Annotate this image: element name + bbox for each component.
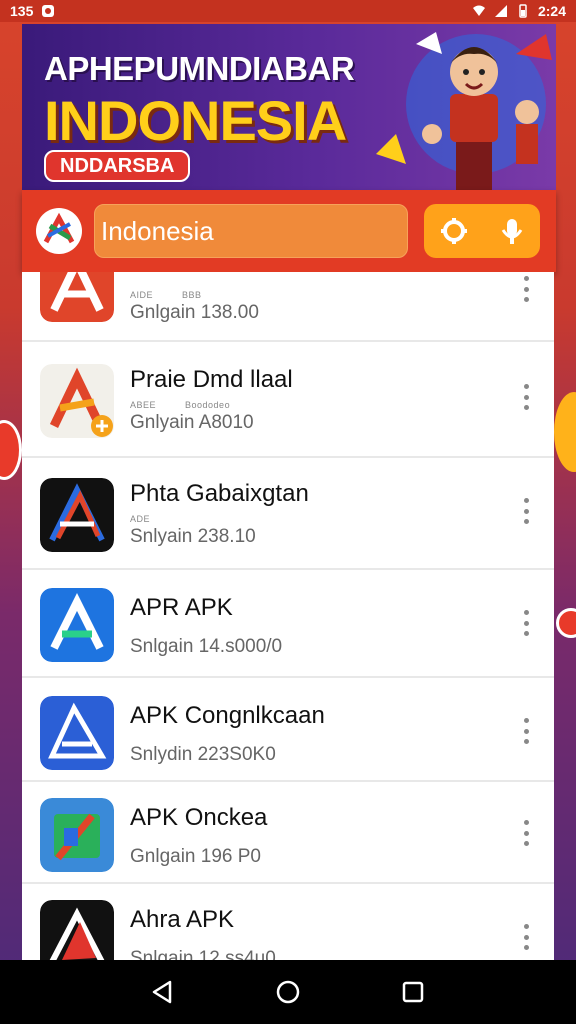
home-icon[interactable]: [275, 979, 301, 1005]
decoration-right: [554, 392, 576, 472]
app-size: Gnlyain A8010: [130, 412, 254, 433]
more-options-icon[interactable]: [520, 610, 532, 636]
dark-a-icon: [40, 478, 114, 552]
app-meta-tag: AIDE: [130, 290, 154, 300]
status-time: 135: [10, 3, 34, 19]
more-options-icon[interactable]: [520, 498, 532, 524]
blue-a-icon: [40, 588, 114, 662]
app-size: Gnlgain 138.00: [130, 302, 259, 323]
settings-icon[interactable]: [439, 216, 469, 246]
signal-icon: [494, 5, 507, 17]
status-clock: 2:24: [537, 3, 566, 19]
banner-title: APHEPUMNDIABAR: [44, 50, 355, 87]
banner-badge[interactable]: NDDARSBA: [44, 150, 191, 182]
app-size: Gnlgain 196 P0: [130, 846, 261, 867]
black-a-icon: [40, 900, 114, 960]
app-name: Praie Dmd llaal: [130, 366, 293, 393]
more-options-icon[interactable]: [520, 820, 532, 846]
app-meta-tag: Boododeo: [185, 400, 231, 410]
orange-a-plus-icon: [40, 364, 114, 438]
app-size: Snlyain 238.10: [130, 526, 256, 547]
app-meta-tag: BBB: [182, 290, 202, 300]
app-size: Snlgain 12.ss4u0: [130, 948, 276, 960]
more-options-icon[interactable]: [520, 718, 532, 744]
app-meta-tag: ADE: [130, 514, 151, 524]
recents-icon[interactable]: [400, 979, 426, 1005]
app-meta-tag: ABEE: [130, 400, 157, 410]
more-options-icon[interactable]: [520, 384, 532, 410]
system-nav-bar: [0, 960, 576, 1024]
app-name: Phta Gabaixgtan: [130, 480, 309, 507]
list-item[interactable]: APK Onckea Gnlgain 196 P0: [22, 782, 554, 884]
promo-banner[interactable]: APHEPUMNDIABAR INDONESIA NDDARSBA: [22, 24, 556, 192]
app-size: Snlgain 14.s000/0: [130, 636, 283, 657]
list-item[interactable]: APR APK Snlgain 14.s000/0: [22, 570, 554, 678]
wifi-icon: [472, 5, 485, 16]
logo-icon: [43, 212, 75, 244]
battery-icon: [519, 4, 527, 18]
more-options-icon[interactable]: [520, 276, 532, 302]
app-name: Ahra APK: [130, 906, 235, 933]
app-size: Snlydin 223S0K0: [130, 744, 276, 765]
list-item[interactable]: APK Congnlkcaan Snlydin 223S0K0: [22, 678, 554, 782]
search-toolbar: Indonesia: [22, 190, 556, 272]
list-item[interactable]: AIDE BBB Gnlgain 138.00: [22, 272, 554, 342]
decoration-left: [0, 420, 22, 480]
list-item[interactable]: Praie Dmd llaal ABEE Boododeo Gnlyain A8…: [22, 342, 554, 458]
app-name: APR APK: [130, 594, 233, 621]
notification-icon: [42, 5, 55, 17]
list-item[interactable]: Ahra APK Snlgain 12.ss4u0: [22, 884, 554, 960]
status-bar: 135 2:24: [0, 0, 576, 22]
list-item[interactable]: Phta Gabaixgtan ADE Snlyain 238.10: [22, 458, 554, 570]
back-icon[interactable]: [150, 979, 176, 1005]
search-actions: [424, 204, 540, 258]
search-input[interactable]: Indonesia: [94, 204, 408, 258]
mascot-illustration: [376, 32, 552, 192]
microphone-icon[interactable]: [499, 216, 525, 246]
app-logo[interactable]: [36, 208, 82, 254]
more-options-icon[interactable]: [520, 924, 532, 950]
red-a-icon: [40, 272, 114, 322]
app-list: AIDE BBB Gnlgain 138.00 Praie Dmd llaal …: [22, 272, 554, 960]
decoration-right-2: [556, 608, 576, 638]
bag-a-icon: [40, 798, 114, 872]
blue-outline-a-icon: [40, 696, 114, 770]
app-name: APK Congnlkcaan: [130, 702, 325, 729]
app-name: APK Onckea: [130, 804, 268, 831]
banner-subtitle: INDONESIA: [44, 89, 347, 152]
